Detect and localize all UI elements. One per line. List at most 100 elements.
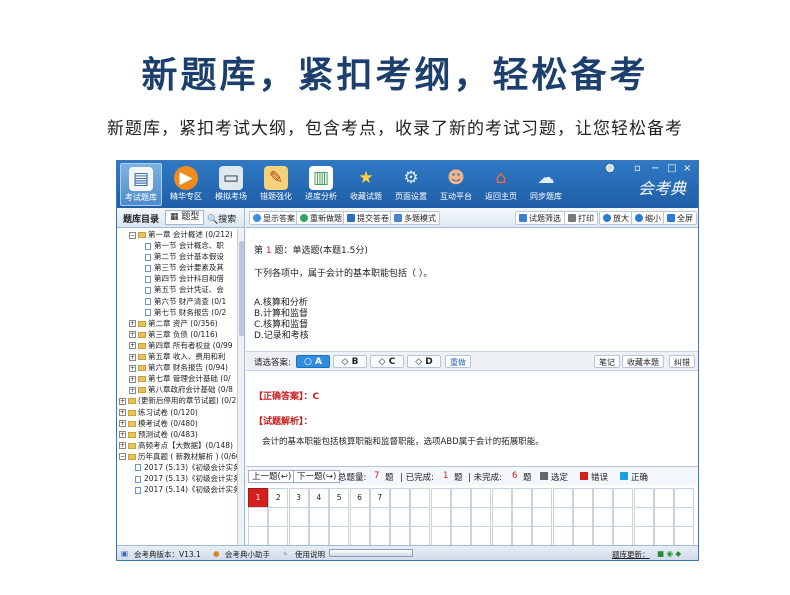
undone-count: 6	[512, 471, 518, 481]
catalog-tree-item[interactable]: 第六节 财产清查 (0/1	[117, 296, 238, 307]
catalog-tree-item[interactable]: 第四节 会计科目和借	[117, 273, 238, 284]
expand-icon[interactable]: +	[119, 442, 126, 450]
expand-icon[interactable]: +	[129, 320, 136, 328]
fullscreen-button[interactable]: 全屏	[663, 211, 697, 225]
catalog-tree-item[interactable]: 2017 (5.13)《初级会计实务	[117, 462, 238, 473]
question-cell[interactable]: 7	[369, 488, 390, 508]
submit-button[interactable]: 提交答卷	[343, 211, 393, 225]
catalog-tree-item[interactable]: 第三节 会计要素及其	[117, 262, 238, 273]
empty-cell	[390, 507, 411, 527]
expand-icon[interactable]: +	[129, 386, 136, 394]
expand-icon[interactable]: +	[129, 353, 136, 361]
document-icon	[145, 253, 151, 261]
empty-cell	[329, 507, 350, 527]
catalog-tree-item[interactable]: 第五节 会计凭证、会	[117, 284, 238, 295]
topbar-interaction[interactable]: ☻ 互动平台	[435, 163, 477, 206]
question-header: 第 1 题：单选题(本题1.5分)	[254, 243, 368, 256]
skin-button[interactable]: ▫	[634, 163, 641, 174]
empty-cell	[268, 507, 289, 527]
expand-icon[interactable]: +	[119, 397, 126, 405]
expand-icon[interactable]: +	[119, 431, 126, 439]
update-link[interactable]: 题库更新：	[612, 549, 650, 560]
assistant-link[interactable]: 会考典小助手	[225, 549, 270, 560]
catalog-tree-item[interactable]: + 第四章 所有者权益 (0/99	[117, 340, 238, 351]
expand-icon[interactable]: +	[119, 420, 126, 428]
catalog-tree-item[interactable]: + 练习试卷 (0/120)	[117, 407, 238, 418]
empty-cell	[674, 488, 695, 508]
redo-button[interactable]: 重新做题	[296, 211, 346, 225]
expand-icon[interactable]: +	[129, 342, 136, 350]
collapse-icon[interactable]: −	[119, 453, 126, 461]
zoom-in-button[interactable]: 放大	[599, 211, 633, 225]
choice-d-button[interactable]: ◇ D	[407, 355, 441, 368]
choice-c-button[interactable]: ◇ C	[370, 355, 404, 368]
catalog-tree-item[interactable]: 第一节 会计概念、职	[117, 240, 238, 251]
choice-a-button[interactable]: ○ A	[296, 355, 330, 368]
next-question-button[interactable]: 下一题(↪)	[293, 470, 341, 483]
redo-answer-button[interactable]: 重做	[445, 355, 471, 368]
document-icon	[135, 475, 141, 483]
catalog-tree-item[interactable]: 第七节 财务报告 (0/2	[117, 307, 238, 318]
multi-mode-button[interactable]: 多题模式	[390, 211, 440, 225]
catalog-tree-item[interactable]: + (更新后停用的章节试题) (0/2505	[117, 395, 238, 406]
question-cell[interactable]: 2	[268, 488, 289, 508]
question-cell[interactable]: 5	[329, 488, 350, 508]
catalog-tree-item[interactable]: 第二节 会计基本假设	[117, 251, 238, 262]
catalog-tree-item[interactable]: + 第五章 收入、费用和利	[117, 351, 238, 362]
catalog-tree-item[interactable]: + 模考试卷 (0/480)	[117, 418, 238, 429]
favorite-button[interactable]: 收藏本题	[622, 355, 664, 368]
tab-question-type[interactable]: ▦ 题型	[165, 210, 205, 225]
catalog-scrollbar[interactable]	[237, 229, 244, 545]
topbar-mistakes[interactable]: ✎ 错题强化	[255, 163, 297, 206]
catalog-tree-item[interactable]: + 预测试卷 (0/483)	[117, 429, 238, 440]
legend-wrong-label: 错误	[591, 473, 609, 483]
catalog-tree-item[interactable]: + 高频考点【大数据】(0/148)	[117, 440, 238, 451]
catalog-tree-item[interactable]: + 第七章 管理会计基础 (0/	[117, 373, 238, 384]
topbar-home[interactable]: ⌂ 返回主页	[480, 163, 522, 206]
error-report-button[interactable]: 纠错	[669, 355, 695, 368]
expand-icon[interactable]: +	[129, 364, 136, 372]
catalog-tree-item[interactable]: 2017 (5.14)《初级会计实务	[117, 484, 238, 495]
brand-badge-icon	[606, 164, 614, 172]
minimize-button[interactable]: −	[651, 163, 659, 174]
expand-icon[interactable]: +	[129, 375, 136, 383]
option-d: D.记录和考核	[254, 331, 309, 341]
empty-cell	[654, 526, 674, 546]
topbar-mock-exam[interactable]: ▭ 模拟考场	[210, 163, 252, 206]
expand-icon[interactable]: +	[129, 331, 136, 339]
catalog-tree-item[interactable]: + 第六章 财务报告 (0/94)	[117, 362, 238, 373]
empty-cell	[532, 526, 553, 546]
topbar-exam-bank[interactable]: ▤ 考试题库	[120, 163, 162, 206]
topbar-progress[interactable]: ▥ 进度分析	[300, 163, 342, 206]
guide-link[interactable]: 使用说明	[295, 549, 325, 560]
scroll-thumb[interactable]	[239, 241, 244, 336]
expand-icon[interactable]: +	[119, 409, 126, 416]
choice-b-button[interactable]: ◇ B	[333, 355, 367, 368]
zoom-out-button[interactable]: 缩小	[631, 211, 665, 225]
catalog-tree-item[interactable]: + 第二章 资产 (0/356)	[117, 318, 238, 329]
catalog-tree-item[interactable]: + 第八章政府会计基础 (0/8	[117, 384, 238, 395]
tab-search[interactable]: 🔍搜索	[207, 212, 236, 225]
question-cell[interactable]: 1	[248, 488, 268, 508]
catalog-tree-item[interactable]: − 第一章 会计概述 (0/212)	[117, 229, 238, 240]
prev-question-button[interactable]: 上一题(↩)	[248, 470, 296, 483]
topbar-sync[interactable]: ☁ 同步题库	[525, 163, 567, 206]
show-answer-button[interactable]: 显示答案	[249, 211, 299, 225]
brand-logo: 会考典	[637, 179, 686, 198]
question-cell[interactable]: 4	[308, 488, 329, 508]
collapse-icon[interactable]: −	[129, 231, 136, 239]
print-button[interactable]: 打印	[564, 211, 598, 225]
question-cell[interactable]: 3	[288, 488, 309, 508]
catalog-tree-item[interactable]: + 第三章 负债 (0/116)	[117, 329, 238, 340]
catalog-tree-item[interactable]: 2017 (5.13)《初级会计实务	[117, 473, 238, 484]
topbar-page-settings[interactable]: ⚙ 页面设置	[390, 163, 432, 206]
filter-button[interactable]: 试题筛选	[515, 211, 565, 225]
notes-button[interactable]: 笔记	[594, 355, 620, 368]
catalog-tree-item[interactable]: − 历年真题 ( 新教材解析 ) (0/607	[117, 451, 238, 462]
question-cell[interactable]: 6	[349, 488, 370, 508]
folder-icon	[138, 354, 146, 361]
close-button[interactable]: ×	[683, 163, 691, 174]
topbar-favorites[interactable]: ★ 收藏试题	[345, 163, 387, 206]
topbar-highlights[interactable]: ▶ 精华专区	[165, 163, 207, 206]
maximize-button[interactable]: □	[667, 163, 676, 174]
